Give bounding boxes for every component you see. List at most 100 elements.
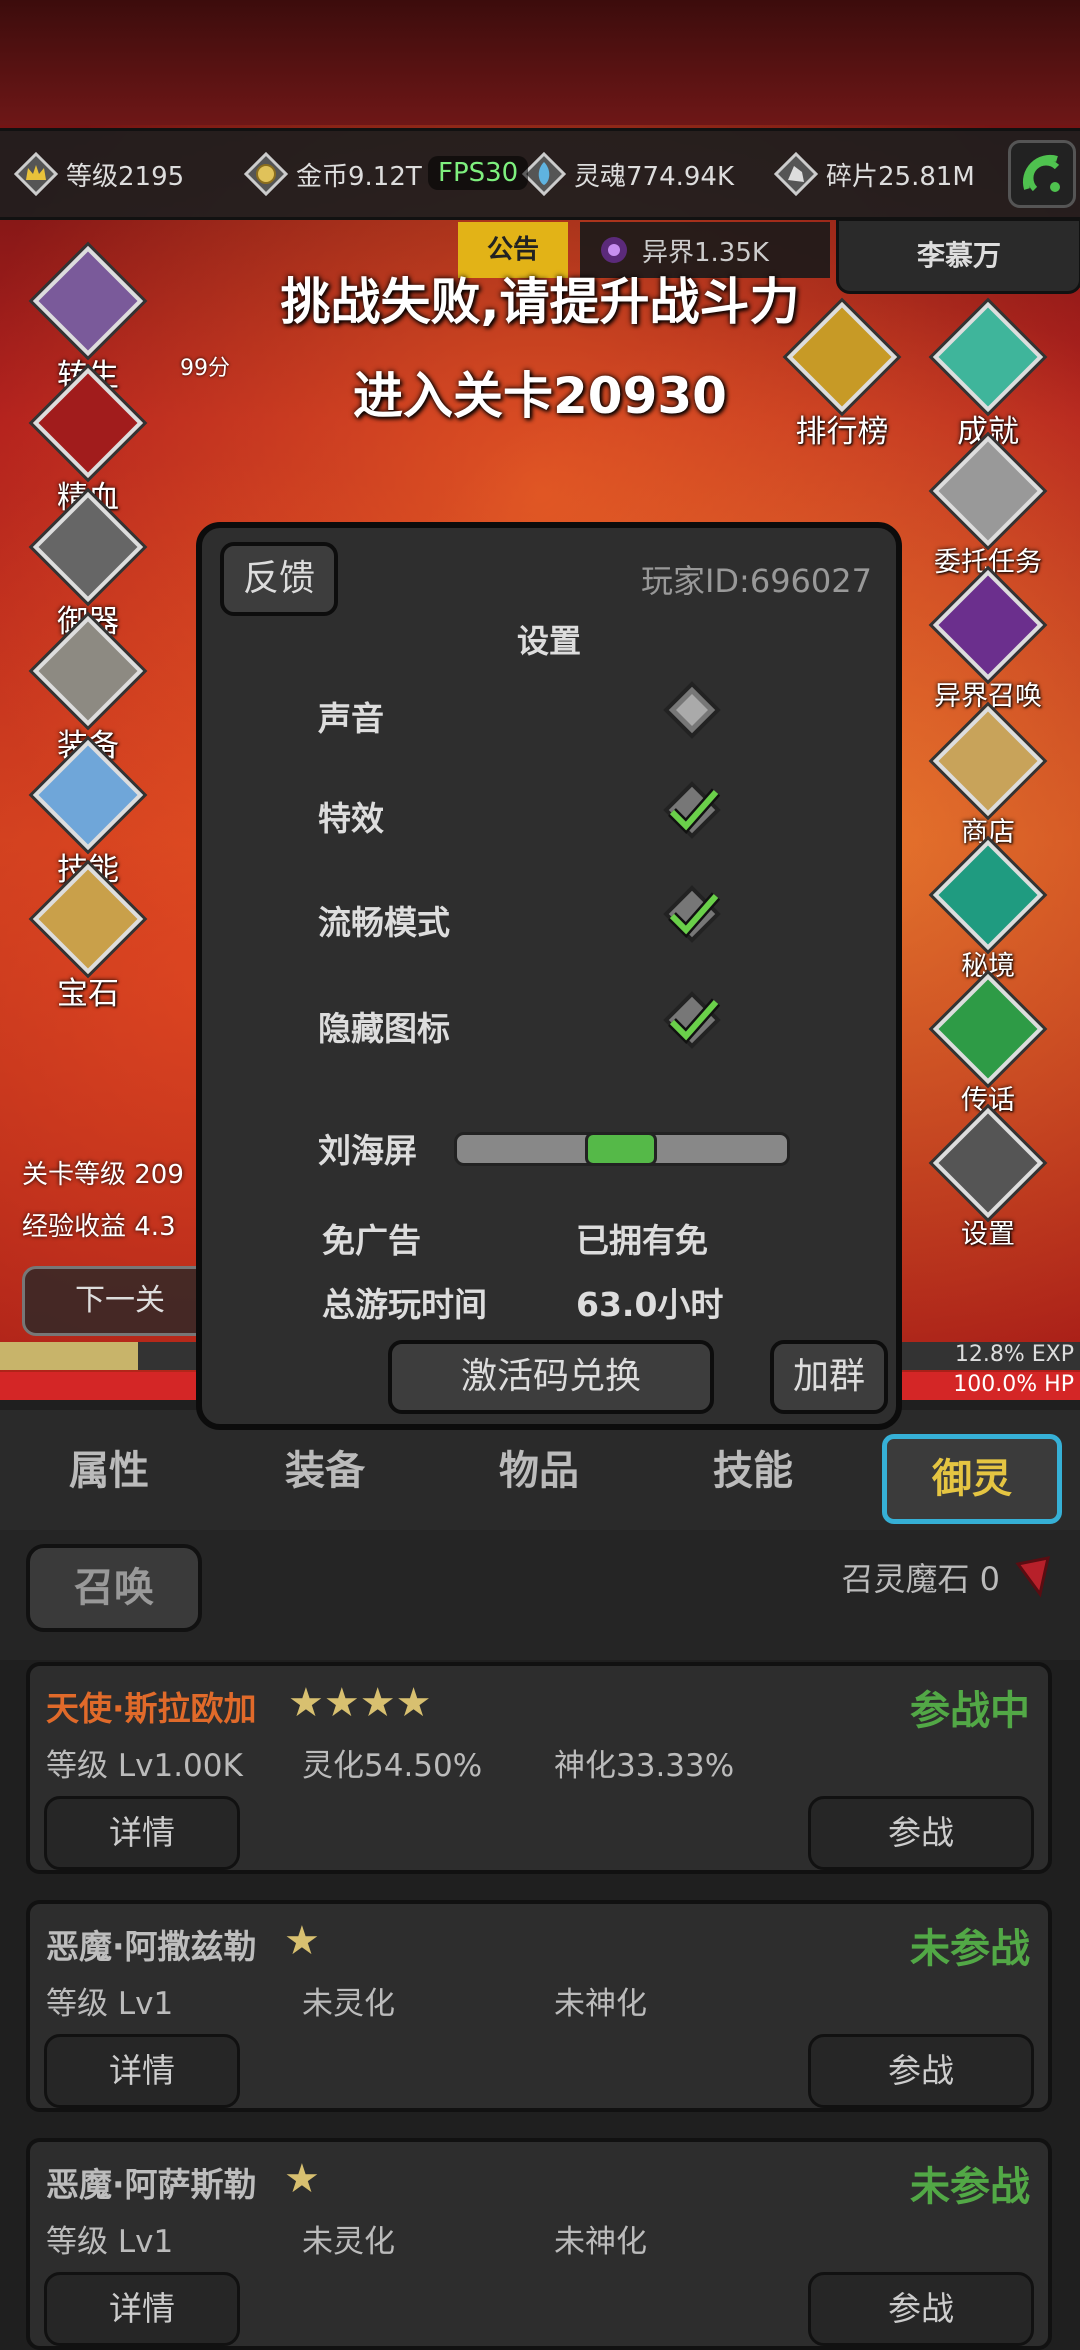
- crystal-icon: [32, 739, 144, 851]
- gem-menu[interactable]: 宝石: [32, 863, 144, 1013]
- sword-icon: [32, 491, 144, 603]
- smooth-mode-label: 流畅模式: [318, 903, 450, 942]
- settings-dialog: 反馈 玩家ID:696027 设置 声音 特效 流畅模式 隐藏图标 刘海屏 免广…: [196, 522, 902, 1430]
- gold-resource: 金币9.12T: [244, 149, 422, 199]
- spirit-name: 天使·斯拉欧加: [46, 1689, 257, 1728]
- soul-text: 灵魂774.94K: [574, 161, 735, 192]
- spirit-name: 恶魔·阿萨斯勒: [46, 2165, 257, 2204]
- megaphone-icon: [932, 973, 1044, 1085]
- detail-button[interactable]: 详情: [44, 2272, 240, 2346]
- broadcast-menu[interactable]: 传话: [932, 973, 1044, 1117]
- player-id: 玩家ID:696027: [640, 562, 872, 600]
- leaderboard-menu[interactable]: 排行榜: [786, 301, 898, 451]
- stage-message: 进入关卡20930: [353, 367, 727, 425]
- leaderboard-label: 排行榜: [795, 414, 889, 450]
- spirit-divinize: 神化33.33%: [554, 1748, 735, 1784]
- next-stage-button[interactable]: 下一关: [22, 1266, 218, 1336]
- treasure-bag-icon: [32, 863, 144, 975]
- smooth-mode-toggle[interactable]: [662, 884, 722, 944]
- deploy-button[interactable]: 参战: [808, 1796, 1034, 1870]
- exp-gain-text: 经验收益 4.3: [22, 1212, 176, 1242]
- spirit-card: 恶魔·阿撒兹勒 ★ 未参战 等级 Lv1 未灵化 未神化 详情 参战: [26, 1900, 1052, 2112]
- portal-icon: [932, 569, 1044, 681]
- notch-slider[interactable]: [454, 1132, 790, 1166]
- detail-button[interactable]: 详情: [44, 2034, 240, 2108]
- ad-free-label: 免广告: [322, 1221, 421, 1260]
- otherworld-summon-menu[interactable]: 异界召唤: [926, 569, 1050, 713]
- realm-icon: [932, 839, 1044, 951]
- deploy-button[interactable]: 参战: [808, 2034, 1034, 2108]
- spirit-divinize: 未神化: [554, 2224, 647, 2260]
- spirit-status: 未参战: [910, 1926, 1030, 1972]
- spirit-spiritualize: 未灵化: [302, 1986, 395, 2022]
- deploy-button[interactable]: 参战: [808, 2272, 1034, 2346]
- star-icon: [932, 301, 1044, 413]
- quest-menu[interactable]: 委托任务: [926, 435, 1050, 579]
- hide-icons-toggle[interactable]: [662, 990, 722, 1050]
- spirit-stars: ★: [284, 1918, 320, 1964]
- secret-realm-menu[interactable]: 秘境: [932, 839, 1044, 983]
- feedback-button[interactable]: 反馈: [220, 542, 338, 616]
- shop-menu[interactable]: 商店: [932, 705, 1044, 849]
- tab-spirits[interactable]: 御灵: [882, 1434, 1062, 1524]
- soul-resource: 灵魂774.94K: [522, 149, 734, 199]
- exp-label: 12.8% EXP: [954, 1342, 1074, 1367]
- checked-box-icon: [663, 781, 721, 839]
- summon-stone-text: 召灵魔石 0: [841, 1560, 1000, 1598]
- shard-text: 碎片25.81M: [826, 161, 975, 192]
- notch-label: 刘海屏: [318, 1131, 417, 1170]
- shop-bag-icon: [932, 705, 1044, 817]
- armor-icon: [32, 615, 144, 727]
- effects-label: 特效: [318, 799, 384, 838]
- tab-equipment[interactable]: 装备: [240, 1438, 410, 1496]
- level-text: 等级2195: [66, 161, 185, 192]
- spirit-level: 等级 Lv1: [46, 1986, 174, 2022]
- settings-title: 设置: [516, 622, 581, 660]
- spirit-card: 天使·斯拉欧加 ★★★★ 参战中 等级 Lv1.00K 灵化54.50% 神化3…: [26, 1662, 1052, 1874]
- checked-box-icon: [663, 991, 721, 1049]
- hp-label: 100.0% HP: [953, 1372, 1074, 1397]
- join-group-button[interactable]: 加群: [770, 1340, 888, 1414]
- achievement-menu[interactable]: 成就: [932, 301, 1044, 451]
- spirit-name: 恶魔·阿撒兹勒: [46, 1927, 257, 1966]
- tab-items[interactable]: 物品: [454, 1438, 624, 1496]
- shard-icon: [774, 152, 818, 196]
- checked-box-icon: [663, 885, 721, 943]
- signal-icon[interactable]: [1008, 140, 1076, 208]
- exp-fill: [0, 1342, 139, 1370]
- blood-icon: [32, 367, 144, 479]
- summon-button[interactable]: 召唤: [26, 1544, 202, 1632]
- redeem-code-button[interactable]: 激活码兑换: [388, 1340, 714, 1414]
- settings-menu[interactable]: 设置: [932, 1107, 1044, 1251]
- scroll-icon: [932, 435, 1044, 547]
- shard-resource: 碎片25.81M: [774, 149, 975, 199]
- sound-label: 声音: [318, 699, 384, 738]
- summon-row: 召唤 召灵魔石 0: [0, 1530, 1080, 1660]
- sound-toggle[interactable]: [662, 680, 722, 740]
- effects-toggle[interactable]: [662, 780, 722, 840]
- gem-label: 宝石: [57, 976, 119, 1012]
- crown-icon: [14, 152, 58, 196]
- gear-icon: [932, 1107, 1044, 1219]
- soul-icon: [522, 152, 566, 196]
- spirit-divinize: 未神化: [554, 1986, 647, 2022]
- detail-button[interactable]: 详情: [44, 1796, 240, 1870]
- spirit-card: 恶魔·阿萨斯勒 ★ 未参战 等级 Lv1 未灵化 未神化 详情 参战: [26, 2138, 1052, 2350]
- magic-stone-icon: [1015, 1556, 1050, 1598]
- level-resource: 等级2195: [14, 149, 184, 199]
- ad-free-value: 已拥有免: [576, 1221, 708, 1260]
- spirit-stars: ★★★★: [288, 1680, 432, 1726]
- playtime-label: 总游玩时间: [322, 1285, 487, 1324]
- resource-bar: 等级2195 金币9.12T 灵魂774.94K 碎片25.81M: [0, 128, 1080, 220]
- tab-attributes[interactable]: 属性: [24, 1438, 194, 1496]
- gold-text: 金币9.12T: [296, 161, 422, 192]
- spirit-status: 未参战: [910, 2164, 1030, 2210]
- spirit-status: 参战中: [910, 1688, 1030, 1734]
- tab-skills[interactable]: 技能: [668, 1438, 838, 1496]
- trophy-icon: [786, 301, 898, 413]
- notch-slider-handle[interactable]: [585, 1132, 657, 1166]
- unchecked-box-icon: [663, 681, 721, 739]
- spirit-stars: ★: [284, 2156, 320, 2202]
- scene-header-art: [0, 0, 1080, 125]
- spirit-spiritualize: 灵化54.50%: [302, 1748, 483, 1784]
